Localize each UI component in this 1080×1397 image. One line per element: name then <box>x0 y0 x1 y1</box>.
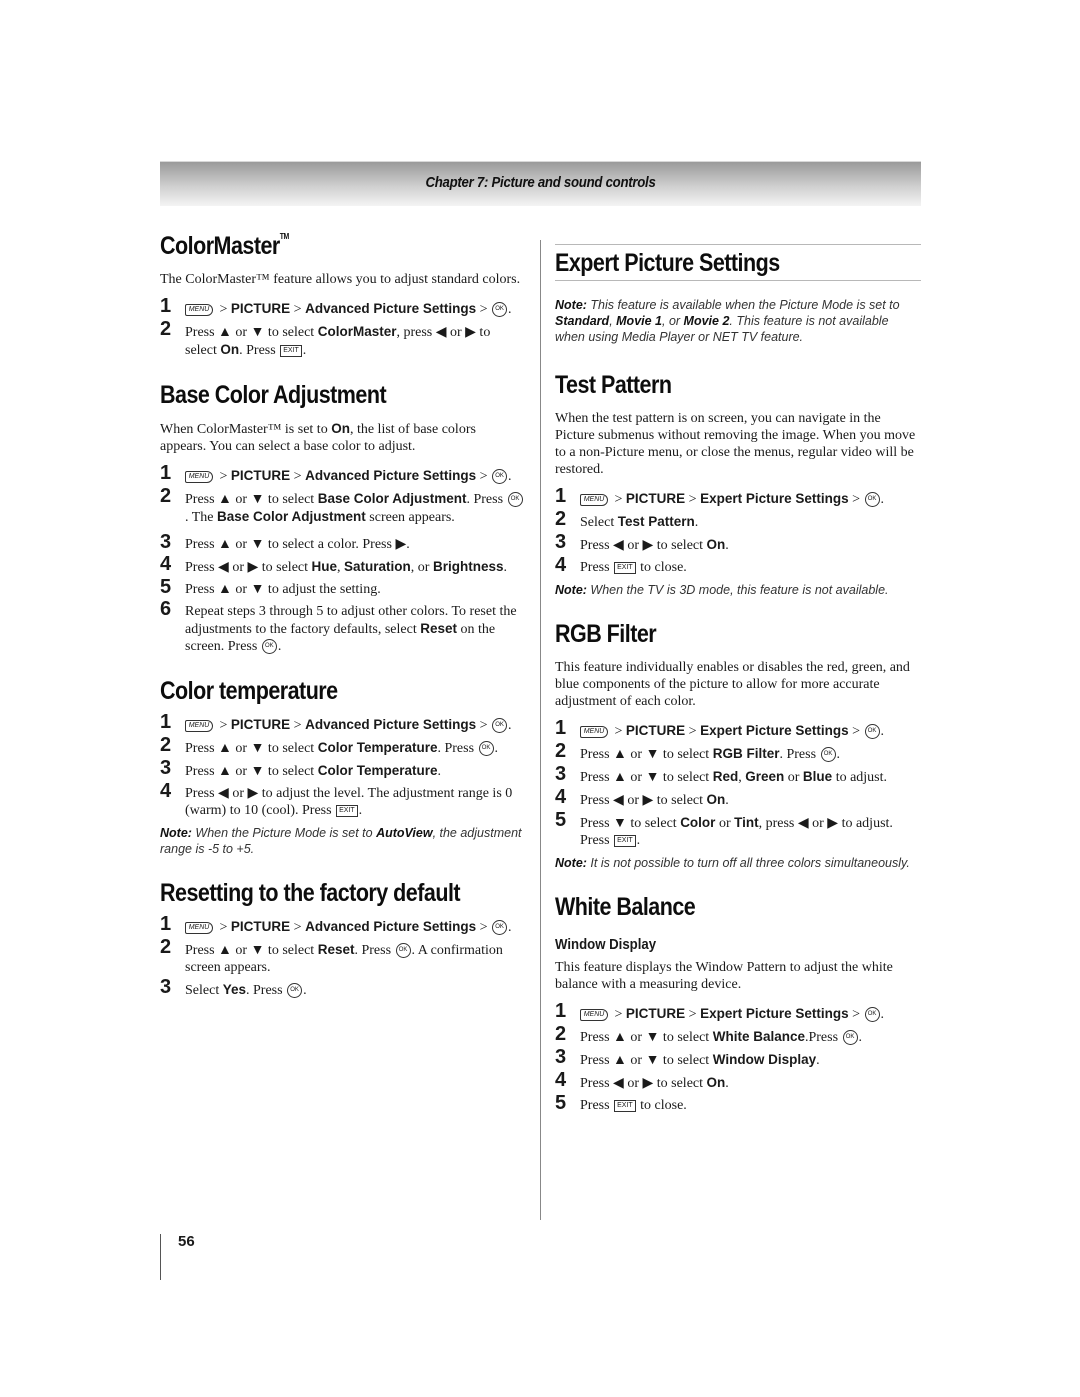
exit-button-icon: EXIT <box>614 561 636 574</box>
ok-button-icon: OK <box>492 469 508 485</box>
right-column: Expert Picture Settings Note: This featu… <box>555 244 921 1136</box>
section-intro: When the test pattern is on screen, you … <box>555 411 916 477</box>
section-intro: The ColorMaster™ feature allows you to a… <box>160 272 521 287</box>
exit-button-icon: EXIT <box>336 804 358 817</box>
step-item: 1 MENU > PICTURE > Advanced Picture Setti… <box>160 913 512 936</box>
ok-button-icon: OK <box>864 492 880 508</box>
chapter-title: Chapter 7: Picture and sound controls <box>425 174 656 191</box>
exit-button-icon: EXIT <box>614 1099 636 1112</box>
section-title: Resetting to the factory default <box>160 879 461 907</box>
step-item: 2 Press ▲ or ▼ to select Color Temperatur… <box>160 734 499 757</box>
ok-button-icon: OK <box>842 1030 858 1046</box>
ok-button-icon: OK <box>478 741 494 757</box>
step-item: 3 Select Yes. Press OK. <box>160 976 307 999</box>
step-item: 1 MENU > PICTURE > Expert Picture Setting… <box>555 1000 885 1023</box>
step-list: 1 MENU > PICTURE > Advanced Picture Setti… <box>160 295 525 359</box>
section-color-temperature: Color temperature 1 MENU > PICTURE > Adva… <box>160 677 525 857</box>
page-number-rule <box>160 1234 161 1280</box>
section-title: Test Pattern <box>555 371 672 399</box>
section-rgb-filter: RGB Filter This feature individually ena… <box>555 620 921 871</box>
section-intro: This feature individually enables or dis… <box>555 660 910 709</box>
step-item: 4 Press ◀ or ▶ to select On. <box>555 1069 729 1091</box>
menu-button-icon: MENU <box>185 719 213 732</box>
step-item: 6 Repeat steps 3 through 5 to adjust othe… <box>160 598 517 655</box>
section-reset: Resetting to the factory default 1 MENU >… <box>160 879 525 999</box>
step-item: 4 Press ◀ or ▶ to select Hue, Saturation,… <box>160 553 507 575</box>
step-list: 1 MENU > PICTURE > Expert Picture Setting… <box>555 1000 921 1114</box>
step-list: 1 MENU > PICTURE > Advanced Picture Setti… <box>160 913 525 999</box>
ok-button-icon: OK <box>864 724 880 740</box>
step-item: 1 MENU > PICTURE > Advanced Picture Setti… <box>160 295 512 318</box>
section-title: RGB Filter <box>555 620 657 648</box>
ok-button-icon: OK <box>864 1007 880 1023</box>
step-item: 2 Select Test Pattern. <box>555 508 699 530</box>
section-base-color: Base Color Adjustment When ColorMaster™ … <box>160 381 525 655</box>
section-title: Color temperature <box>160 677 338 705</box>
page-number: 56 <box>178 1233 195 1250</box>
step-item: 4 Press EXIT to close. <box>555 554 687 576</box>
step-item: 3 Press ▲ or ▼ to select a color. Press ▶… <box>160 531 410 553</box>
section-intro: This feature displays the Window Pattern… <box>555 960 893 992</box>
step-list: 1 MENU > PICTURE > Expert Picture Setting… <box>555 485 921 576</box>
ok-button-icon: OK <box>287 983 303 999</box>
menu-button-icon: MENU <box>185 921 213 934</box>
step-list: 1 MENU > PICTURE > Expert Picture Setting… <box>555 717 921 849</box>
section-colormaster: ColorMasterTM The ColorMaster™ feature a… <box>160 232 525 359</box>
ok-button-icon: OK <box>492 718 508 734</box>
note: Note: When the Picture Mode is set to Au… <box>160 826 522 856</box>
column-divider <box>540 240 541 1220</box>
menu-button-icon: MENU <box>185 470 213 483</box>
step-item: 3 Press ▲ or ▼ to select Window Display. <box>555 1046 820 1068</box>
menu-button-icon: MENU <box>580 725 608 738</box>
exit-button-icon: EXIT <box>614 834 636 847</box>
step-item: 2 Press ▲ or ▼ to select RGB Filter. Pres… <box>555 740 841 763</box>
step-list: 1 MENU > PICTURE > Advanced Picture Setti… <box>160 462 525 655</box>
subsection-title: Window Display <box>555 936 657 953</box>
step-item: 2 Press ▲ or ▼ to select Reset. Press OK.… <box>160 936 503 975</box>
section-title: Expert Picture Settings <box>555 249 780 277</box>
step-item: 2 Press ▲ or ▼ to select White Balance.Pr… <box>555 1023 863 1046</box>
note: Note: It is not possible to turn off all… <box>555 856 910 870</box>
ok-button-icon: OK <box>395 943 411 959</box>
step-item: 5 Press ▲ or ▼ to adjust the setting. <box>160 576 381 598</box>
step-list: 1 MENU > PICTURE > Advanced Picture Setti… <box>160 711 525 819</box>
step-item: 1 MENU > PICTURE > Expert Picture Setting… <box>555 717 885 740</box>
step-item: 3 Press ▲ or ▼ to select Red, Green or Bl… <box>555 763 888 785</box>
trademark: TM <box>279 232 289 241</box>
step-item: 1 MENU > PICTURE > Advanced Picture Setti… <box>160 711 512 734</box>
step-item: 1 MENU > PICTURE > Advanced Picture Setti… <box>160 462 512 485</box>
section-intro: When ColorMaster™ is set to On, the list… <box>160 421 476 454</box>
section-title: Base Color Adjustment <box>160 381 387 409</box>
ok-button-icon: OK <box>492 920 508 936</box>
menu-button-icon: MENU <box>580 493 608 506</box>
ok-button-icon: OK <box>261 639 277 655</box>
step-item: 3 Press ▲ or ▼ to select Color Temperatur… <box>160 757 441 779</box>
step-item: 3 Press ◀ or ▶ to select On. <box>555 531 729 553</box>
section-expert-picture: Expert Picture Settings Note: This featu… <box>555 244 921 345</box>
section-title: White Balance <box>555 893 696 921</box>
step-item: 2 Press ▲ or ▼ to select Base Color Adjus… <box>160 486 525 526</box>
step-item: 2 Press ▲ or ▼ to select ColorMaster, pre… <box>160 318 491 358</box>
ok-button-icon: OK <box>492 302 508 318</box>
step-item: 1 MENU > PICTURE > Expert Picture Setting… <box>555 485 885 508</box>
left-column: ColorMasterTM The ColorMaster™ feature a… <box>160 232 525 1021</box>
menu-button-icon: MENU <box>185 303 213 316</box>
section-title: ColorMasterTM <box>160 232 289 260</box>
ok-button-icon: OK <box>507 492 523 508</box>
menu-button-icon: MENU <box>580 1008 608 1021</box>
step-item: 4 Press ◀ or ▶ to adjust the level. The a… <box>160 780 513 818</box>
note: Note: This feature is available when the… <box>555 298 900 344</box>
section-test-pattern: Test Pattern When the test pattern is on… <box>555 371 921 598</box>
note: Note: When the TV is 3D mode, this featu… <box>555 583 889 597</box>
chapter-header-bar: Chapter 7: Picture and sound controls <box>160 161 921 206</box>
step-item: 4 Press ◀ or ▶ to select On. <box>555 786 729 808</box>
section-white-balance: White Balance Window Display This featur… <box>555 893 921 1114</box>
step-item: 5 Press ▼ to select Color or Tint, press … <box>555 809 893 848</box>
ruled-heading: Expert Picture Settings <box>555 244 921 281</box>
exit-button-icon: EXIT <box>280 344 302 357</box>
step-item: 5 Press EXIT to close. <box>555 1092 687 1114</box>
ok-button-icon: OK <box>820 747 836 763</box>
